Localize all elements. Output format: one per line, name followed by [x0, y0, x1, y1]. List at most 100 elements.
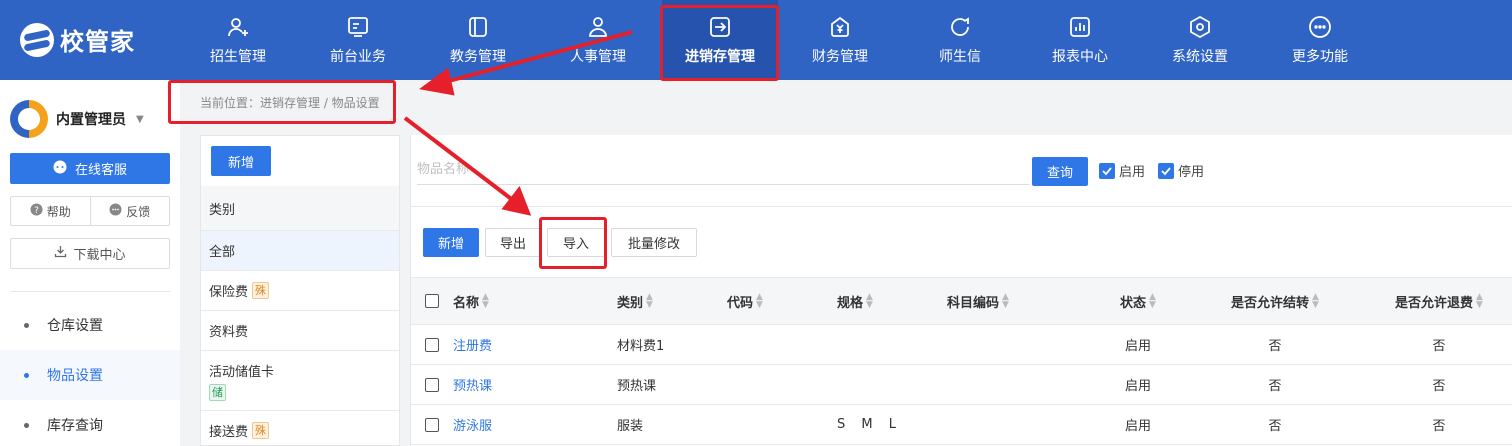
help-feedback-group: ? 帮助 反馈	[10, 196, 170, 226]
row-checkbox[interactable]	[411, 417, 453, 432]
side-menu-label: 物品设置	[47, 368, 103, 384]
side-menu-item-stock-query[interactable]: 库存查询	[0, 400, 180, 446]
category-item[interactable]: 保险费 殊	[201, 270, 399, 310]
side-menu: 仓库设置 物品设置 库存查询	[0, 300, 180, 446]
category-label: 保险费	[209, 285, 249, 300]
column-label: 是否允许结转	[1231, 295, 1310, 311]
cell-category: 服装	[617, 419, 644, 434]
column-header-code[interactable]: 代码 ▲ ▼	[727, 292, 837, 311]
cell-category: 材料费1	[617, 339, 665, 354]
left-sidebar: 内置管理员 ▼ 在线客服 ? 帮助 反馈 下载中心 仓库设置 物品设置 库存查询	[0, 80, 180, 446]
user-menu[interactable]: 内置管理员 ▼	[10, 100, 144, 138]
checkbox-icon	[425, 294, 439, 308]
help-button[interactable]: ? 帮助	[11, 197, 90, 225]
nav-item-front-desk[interactable]: 前台业务	[300, 0, 416, 80]
nav-item-more[interactable]: 更多功能	[1262, 0, 1378, 80]
nav-item-settings[interactable]: 系统设置	[1142, 0, 1258, 80]
settings-hex-icon	[1187, 14, 1213, 40]
column-header-subject-code[interactable]: 科目编码 ▲ ▼	[947, 292, 1083, 311]
table-row[interactable]: 游泳服 服装 S M L 启用 否 否	[411, 405, 1512, 445]
column-header-allow-refund[interactable]: 是否允许退费 ▲ ▼	[1357, 292, 1512, 311]
chat-icon	[947, 14, 973, 40]
column-header-category[interactable]: 类别 ▲ ▼	[617, 292, 727, 311]
select-all-checkbox[interactable]	[411, 294, 453, 308]
category-item-all[interactable]: 全部	[201, 230, 399, 270]
item-name-search-input[interactable]	[417, 155, 1029, 185]
enabled-label: 启用	[1119, 165, 1146, 180]
category-item[interactable]: 接送费 殊	[201, 410, 399, 445]
nav-item-messaging[interactable]: 师生信	[902, 0, 1018, 80]
cell-allow-carry: 否	[1268, 419, 1282, 434]
column-header-spec[interactable]: 规格 ▲ ▼	[837, 292, 947, 311]
nav-label: 报表中心	[1052, 49, 1108, 65]
main-panel: 查询 启用 停用 新增 导出 导入 批量修改 名称▲▼ 类别▲▼ 代码▲▼ 规格…	[410, 135, 1512, 446]
item-name-link[interactable]: 游泳服	[453, 415, 617, 434]
column-header-allow-carry[interactable]: 是否允许结转 ▲ ▼	[1193, 292, 1357, 311]
comment-icon	[109, 203, 122, 219]
import-button[interactable]: 导入	[547, 228, 605, 257]
checkbox-checked-icon	[1158, 162, 1174, 179]
table-header-row: 名称 ▲ ▼ 类别 ▲ ▼ 代码 ▲ ▼ 规格 ▲ ▼ 科目编码 ▲ ▼ 状态 ▲ ▼ 是否允许结转 ▲ ▼…	[411, 277, 1512, 325]
cell-allow-refund: 否	[1432, 379, 1446, 394]
nav-item-academic[interactable]: 教务管理	[420, 0, 536, 80]
category-item[interactable]: 活动储值卡 储	[201, 350, 399, 410]
nav-item-finance[interactable]: 财务管理	[782, 0, 898, 80]
nav-label: 招生管理	[210, 49, 266, 65]
sort-icon: ▲ ▼	[1149, 292, 1156, 310]
new-item-button[interactable]: 新增	[423, 228, 479, 257]
cell-allow-carry: 否	[1268, 339, 1282, 354]
nav-item-hr[interactable]: 人事管理	[540, 0, 656, 80]
online-service-button[interactable]: 在线客服	[10, 153, 170, 184]
bullet-dot	[24, 372, 29, 378]
checkbox-icon	[425, 417, 439, 432]
column-header-status[interactable]: 状态 ▲ ▼	[1083, 292, 1193, 311]
svg-text:?: ?	[34, 206, 39, 216]
cell-spec: S M L	[837, 417, 902, 432]
export-button[interactable]: 导出	[485, 228, 541, 257]
app-logo[interactable]: 校管家	[20, 22, 135, 57]
side-menu-item-warehouse[interactable]: 仓库设置	[0, 300, 180, 350]
category-label: 活动储值卡	[209, 364, 275, 380]
category-item[interactable]: 资料费	[201, 310, 399, 350]
sort-icon: ▲ ▼	[866, 292, 873, 310]
feedback-button[interactable]: 反馈	[89, 197, 170, 225]
row-checkbox[interactable]	[411, 337, 453, 352]
side-menu-item-item-settings[interactable]: 物品设置	[0, 350, 180, 400]
bar-report-icon	[1067, 14, 1093, 40]
column-header-name[interactable]: 名称 ▲ ▼	[453, 292, 617, 311]
table-row[interactable]: 注册费 材料费1 启用 否 否	[411, 325, 1512, 365]
import-icon	[707, 14, 733, 40]
category-new-button[interactable]: 新增	[211, 146, 271, 176]
checkbox-icon	[425, 337, 439, 352]
disabled-filter-checkbox[interactable]: 停用	[1158, 161, 1204, 180]
batch-edit-button[interactable]: 批量修改	[611, 228, 697, 257]
enabled-filter-checkbox[interactable]: 启用	[1099, 161, 1145, 180]
sort-icon: ▲ ▼	[756, 292, 763, 310]
person-icon	[585, 14, 611, 40]
nav-item-inventory[interactable]: 进销存管理	[662, 0, 778, 80]
avatar	[10, 100, 48, 138]
cell-category: 预热课	[617, 379, 657, 394]
user-name: 内置管理员	[56, 112, 126, 128]
nav-label: 进销存管理	[685, 49, 755, 65]
question-icon: ?	[30, 203, 43, 219]
logo-text: 校管家	[60, 28, 135, 56]
item-name-link[interactable]: 注册费	[453, 335, 617, 354]
download-center-button[interactable]: 下载中心	[10, 238, 170, 269]
special-tag: 殊	[252, 282, 270, 299]
yen-icon	[827, 14, 853, 40]
nav-item-enrollment[interactable]: 招生管理	[180, 0, 296, 80]
column-label: 状态	[1120, 295, 1147, 311]
table-row[interactable]: 预热课 预热课 启用 否 否	[411, 365, 1512, 405]
help-label: 帮助	[46, 204, 71, 219]
cell-allow-refund: 否	[1432, 419, 1446, 434]
item-name-link[interactable]: 预热课	[453, 375, 617, 394]
query-button[interactable]: 查询	[1032, 157, 1088, 186]
row-checkbox[interactable]	[411, 377, 453, 392]
feedback-label: 反馈	[126, 204, 151, 219]
category-list: 全部 保险费 殊 资料费 活动储值卡 储 接送费 殊	[201, 230, 399, 445]
nav-item-reports[interactable]: 报表中心	[1022, 0, 1138, 80]
cell-status: 启用	[1124, 339, 1151, 354]
nav-label: 人事管理	[570, 49, 626, 65]
sort-icon: ▲ ▼	[482, 292, 489, 310]
